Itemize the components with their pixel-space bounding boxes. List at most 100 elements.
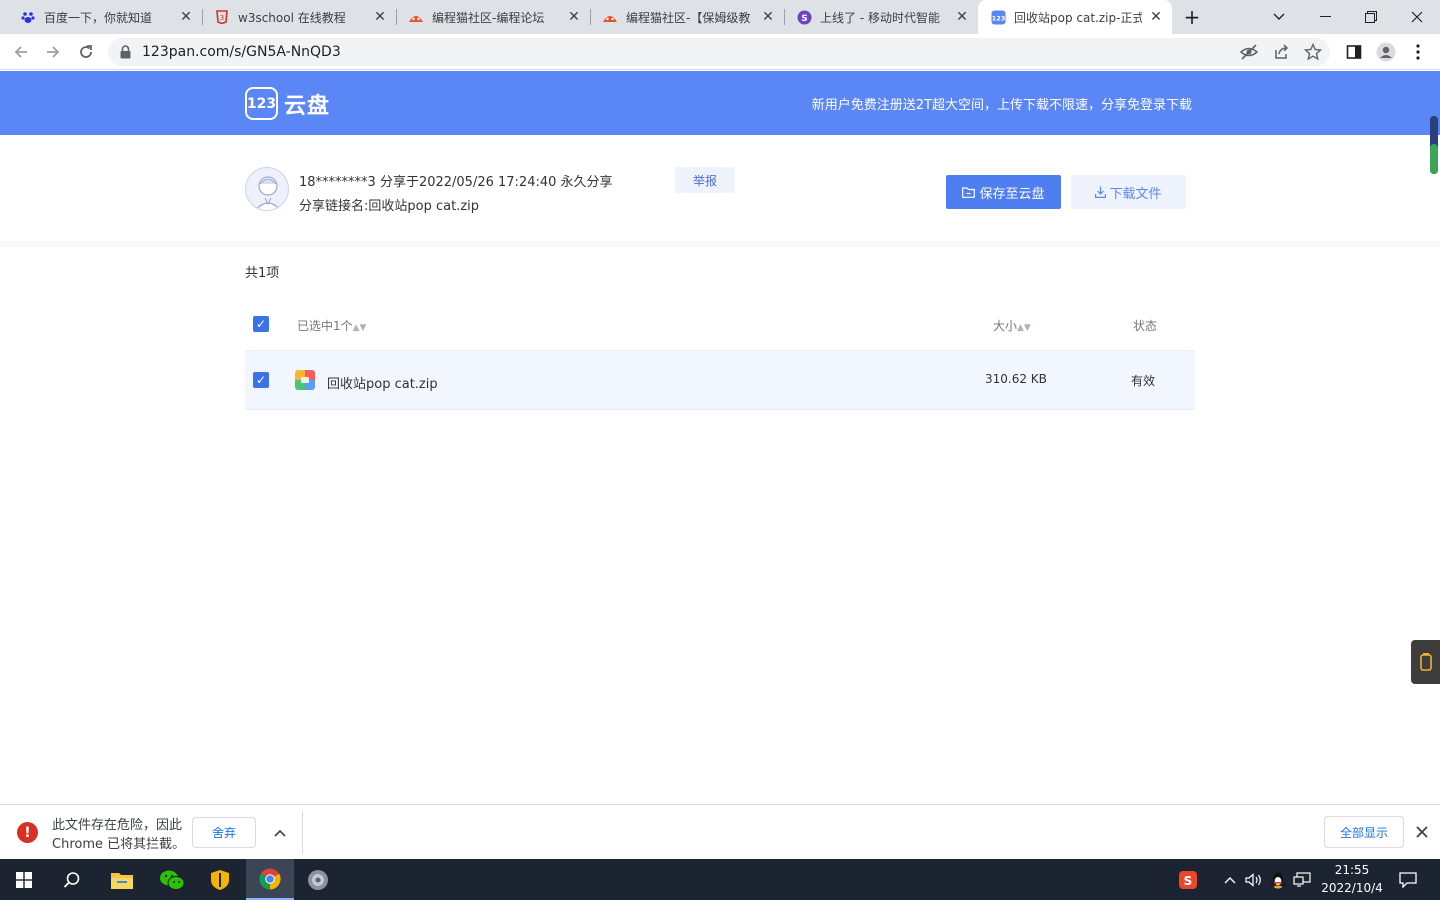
site-logo[interactable]: 123 云盘 [245, 87, 330, 120]
zip-file-icon [295, 370, 315, 390]
tab-baidu[interactable]: 百度一下，你就知道 ✕ [8, 0, 203, 34]
download-icon [1095, 186, 1107, 198]
scrollbar-thumb[interactable] [1430, 116, 1438, 174]
warning-icon: ! [17, 822, 38, 843]
size-column-header[interactable]: 大小▲▼ [993, 317, 1031, 334]
tab-title: 回收站pop cat.zip-正式 [1014, 10, 1142, 25]
report-button[interactable]: 举报 [675, 167, 735, 193]
close-tab-icon[interactable]: ✕ [954, 9, 970, 25]
download-warning-line2: Chrome 已将其拦截。 [52, 837, 186, 852]
size-header-label: 大小 [993, 319, 1018, 333]
network-icon[interactable] [1292, 870, 1312, 890]
selected-count-label: 已选中1个 [297, 319, 353, 333]
eye-off-icon[interactable] [1239, 43, 1259, 65]
lock-icon[interactable] [120, 44, 131, 63]
tab-search-chevron-icon[interactable] [1256, 0, 1302, 34]
download-file-button[interactable]: 下载文件 [1071, 175, 1186, 209]
browser-tab-strip: 百度一下，你就知道 ✕ 3 w3school 在线教程 ✕ 编程猫社区-编程论坛… [0, 0, 1440, 34]
close-tab-icon[interactable]: ✕ [178, 9, 194, 25]
promo-text: 新用户免费注册送2T超大空间，上传下载不限速，分享免登录下载 [811, 98, 1192, 113]
save-to-cloud-button[interactable]: 保存至云盘 [946, 175, 1061, 209]
logo-badge: 123 [245, 87, 278, 120]
tab-title: 百度一下，你就知道 [44, 10, 153, 25]
app-disc-icon[interactable] [294, 859, 342, 900]
sogou-ime-icon[interactable]: S [1178, 870, 1198, 890]
discard-button[interactable]: 舍弃 [192, 817, 256, 848]
restore-window-button[interactable] [1348, 0, 1394, 34]
chrome-icon[interactable] [246, 859, 294, 900]
w3school-icon: 3 [214, 9, 230, 25]
notification-center-icon[interactable] [1398, 870, 1418, 890]
folder-icon [962, 186, 976, 198]
file-name[interactable]: 回收站pop cat.zip [327, 373, 438, 392]
floating-widget-button[interactable] [1411, 640, 1440, 684]
list-header: ✓ 已选中1个▲▼ 大小▲▼ 状态 [245, 296, 1195, 351]
file-list: ✓ 已选中1个▲▼ 大小▲▼ 状态 ✓ 回收站pop cat.zip 310.6… [245, 296, 1195, 410]
tab-codemao-tutorial[interactable]: 编程猫社区-【保姆级教 ✕ [590, 0, 785, 34]
selected-count-header[interactable]: 已选中1个▲▼ [297, 317, 366, 334]
share-link-name: 分享链接名:回收站pop cat.zip [299, 199, 480, 214]
tab-w3school[interactable]: 3 w3school 在线教程 ✕ [202, 0, 397, 34]
svg-text:S: S [801, 14, 807, 24]
search-icon[interactable] [48, 859, 96, 900]
chevron-up-icon[interactable] [268, 821, 292, 845]
back-arrow-icon[interactable] [9, 40, 33, 64]
tab-title: 编程猫社区-编程论坛 [432, 10, 545, 25]
tab-title: 上线了 - 移动时代智能 [820, 10, 940, 25]
sort-icon: ▲▼ [352, 323, 367, 333]
new-tab-button[interactable]: + [1170, 0, 1214, 34]
file-explorer-icon[interactable] [98, 859, 146, 900]
tray-expand-chevron-icon[interactable] [1220, 870, 1240, 890]
profile-avatar-icon[interactable] [1374, 40, 1398, 64]
share-meta-text: 18********3 分享于2022/05/26 17:24:40 永久分享 [299, 175, 613, 190]
tab-codemao-forum[interactable]: 编程猫社区-编程论坛 ✕ [396, 0, 591, 34]
close-tab-icon[interactable]: ✕ [566, 9, 582, 25]
show-all-button[interactable]: 全部显示 [1324, 816, 1404, 848]
close-download-bar-icon[interactable] [1410, 820, 1434, 844]
download-warning-line1: 此文件存在危险，因此 [52, 818, 183, 833]
tab-title: w3school 在线教程 [238, 10, 346, 25]
select-all-checkbox[interactable]: ✓ [253, 316, 269, 332]
windows-taskbar: S 21:55 2022/10/4 [0, 859, 1440, 900]
share-info-panel: 18********3 分享于2022/05/26 17:24:40 永久分享 … [0, 135, 1440, 241]
bookmark-star-icon[interactable] [1303, 42, 1323, 65]
security-shield-icon[interactable] [196, 859, 244, 900]
clock-date[interactable]: 2022/10/4 [1314, 881, 1390, 895]
download-bar: ! 此文件存在危险，因此 Chrome 已将其拦截。 舍弃 全部显示 [0, 804, 1440, 859]
download-divider [302, 811, 303, 854]
side-panel-icon[interactable] [1342, 40, 1366, 64]
svg-text:3: 3 [220, 14, 224, 22]
tab-123pan-active[interactable]: 123 回收站pop cat.zip-正式 ✕ [978, 0, 1172, 34]
123pan-icon: 123 [990, 9, 1006, 25]
volume-icon[interactable] [1244, 870, 1264, 890]
more-menu-icon[interactable] [1406, 40, 1430, 64]
close-tab-icon[interactable]: ✕ [372, 9, 388, 25]
section-divider [0, 241, 1440, 247]
close-tab-icon[interactable]: ✕ [1148, 9, 1164, 25]
svg-text:S: S [1184, 874, 1193, 888]
browser-toolbar: 123pan.com/s/GN5A-NnQD3 [0, 34, 1440, 70]
row-checkbox[interactable]: ✓ [253, 372, 269, 388]
clock-time[interactable]: 21:55 [1327, 863, 1377, 877]
cup-icon [1419, 652, 1433, 672]
close-tab-icon[interactable]: ✕ [760, 9, 776, 25]
reload-icon[interactable] [74, 40, 98, 64]
codemao-icon [408, 9, 424, 25]
file-size: 310.62 KB [985, 372, 1047, 386]
share-icon[interactable] [1272, 43, 1290, 65]
forward-arrow-icon[interactable] [41, 40, 65, 64]
download-file-label: 下载文件 [1109, 186, 1162, 202]
minimize-window-button[interactable] [1302, 0, 1348, 34]
tab-online[interactable]: S 上线了 - 移动时代智能 ✕ [784, 0, 978, 34]
address-bar[interactable]: 123pan.com/s/GN5A-NnQD3 [108, 38, 1330, 66]
logo-text: 云盘 [284, 93, 331, 119]
site-header: 123 云盘 新用户免费注册送2T超大空间，上传下载不限速，分享免登录下载 [0, 71, 1440, 135]
qq-penguin-icon[interactable] [1268, 870, 1288, 890]
url-text[interactable]: 123pan.com/s/GN5A-NnQD3 [142, 44, 341, 60]
wechat-icon[interactable] [148, 859, 196, 900]
s-circle-icon: S [796, 9, 812, 25]
save-to-cloud-label: 保存至云盘 [979, 186, 1045, 202]
close-window-button[interactable] [1394, 0, 1440, 34]
table-row[interactable]: ✓ 回收站pop cat.zip 310.62 KB 有效 [245, 351, 1195, 410]
windows-start-icon[interactable] [0, 859, 48, 900]
